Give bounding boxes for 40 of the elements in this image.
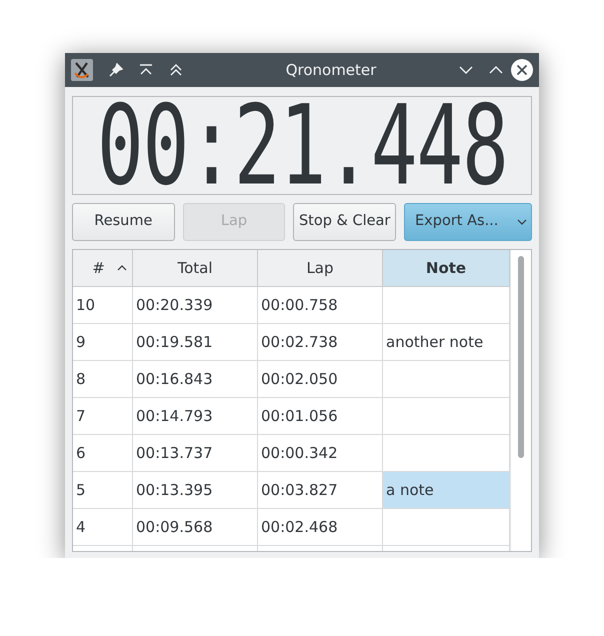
app-icon[interactable]	[71, 59, 93, 81]
lap-time: 00:02.468	[261, 516, 338, 538]
lap-time: 00:03.827	[261, 480, 338, 501]
export-dropdown[interactable]: Export As...	[404, 203, 532, 241]
total-time: 00:16.843	[136, 368, 213, 390]
lap-time: 00:01.056	[261, 406, 338, 427]
action-button[interactable]: Stop & Clear	[293, 203, 396, 241]
lap-number: 5	[76, 480, 86, 501]
total-time: 00:13.395	[136, 480, 213, 501]
shade-icon[interactable]	[169, 63, 183, 77]
close-icon[interactable]	[511, 59, 533, 81]
minimize-icon[interactable]	[459, 65, 473, 75]
lap-number: 6	[76, 442, 86, 464]
maximize-icon[interactable]	[489, 65, 503, 75]
caret-icon	[517, 219, 528, 225]
elapsed-time: 00:21.448	[96, 97, 508, 194]
lap-number: 7	[76, 406, 86, 427]
keep-above-icon[interactable]	[139, 64, 153, 76]
lap-time: 00:02.738	[261, 332, 338, 353]
total-time: 00:09.568	[136, 516, 213, 538]
scrollbar-thumb[interactable]	[518, 256, 524, 458]
action-button[interactable]: Resume	[72, 203, 175, 241]
pin-icon[interactable]	[109, 63, 123, 77]
column-header[interactable]: Total	[133, 250, 258, 287]
lap-number: 4	[76, 516, 86, 538]
total-time: 00:13.737	[136, 442, 213, 464]
column-header[interactable]: #	[73, 250, 133, 287]
lap-time: 00:00.758	[261, 294, 338, 316]
lap-number: 10	[76, 294, 96, 316]
note-cell[interactable]: a note	[383, 472, 510, 509]
lap-time: 00:02.050	[261, 368, 338, 390]
total-time: 00:20.339	[136, 294, 213, 316]
window-title: Qronometer	[284, 60, 378, 81]
lap-number: 8	[76, 368, 86, 390]
column-header[interactable]: Lap	[258, 250, 383, 287]
total-time: 00:14.793	[136, 406, 213, 427]
column-header[interactable]: Note	[383, 250, 510, 287]
lap-time: 00:00.342	[261, 442, 338, 464]
total-time: 00:19.581	[136, 332, 213, 353]
lap-number: 9	[76, 332, 86, 353]
